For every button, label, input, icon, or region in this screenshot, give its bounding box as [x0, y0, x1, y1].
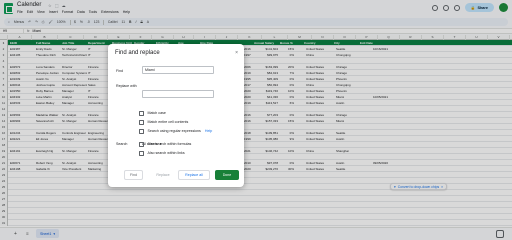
- dialog-buttons: Find Replace Replace all Done: [108, 170, 244, 180]
- close-icon[interactable]: ×: [235, 50, 238, 56]
- dialog-title: Find and replace: [115, 50, 160, 56]
- option-links[interactable]: Also search within links: [139, 151, 185, 156]
- find-button[interactable]: Find: [124, 170, 143, 180]
- option-match-entire-cell[interactable]: Match entire cell contents: [139, 120, 188, 125]
- checkbox[interactable]: [139, 129, 144, 134]
- checkbox[interactable]: [139, 120, 144, 125]
- replace-button[interactable]: Replace: [150, 170, 176, 180]
- find-input[interactable]: [142, 66, 214, 74]
- modal-scrim: [0, 0, 512, 240]
- option-regex[interactable]: Search using regular expressions Help: [139, 129, 212, 134]
- search-label: Search: [116, 142, 128, 146]
- help-link[interactable]: Help: [205, 129, 212, 133]
- replace-input[interactable]: [142, 90, 214, 98]
- option-label: Match entire cell contents: [147, 120, 189, 125]
- checkbox[interactable]: [139, 142, 144, 147]
- find-label: Find: [116, 69, 123, 73]
- option-label: Also search within links: [147, 151, 185, 156]
- checkbox[interactable]: [139, 151, 144, 156]
- done-button[interactable]: Done: [215, 170, 239, 180]
- replace-all-button[interactable]: Replace all: [178, 170, 210, 180]
- find-replace-dialog: Find and replace × Find Replace with Sea…: [108, 44, 244, 187]
- option-label: Also search within formulas: [147, 142, 192, 147]
- option-label: Match case: [147, 111, 166, 116]
- checkbox[interactable]: [139, 111, 144, 116]
- option-label: Search using regular expressions: [147, 129, 201, 134]
- replace-label: Replace with: [116, 84, 137, 88]
- option-match-case[interactable]: Match case: [139, 111, 166, 116]
- option-formulas[interactable]: Also search within formulas: [139, 142, 191, 147]
